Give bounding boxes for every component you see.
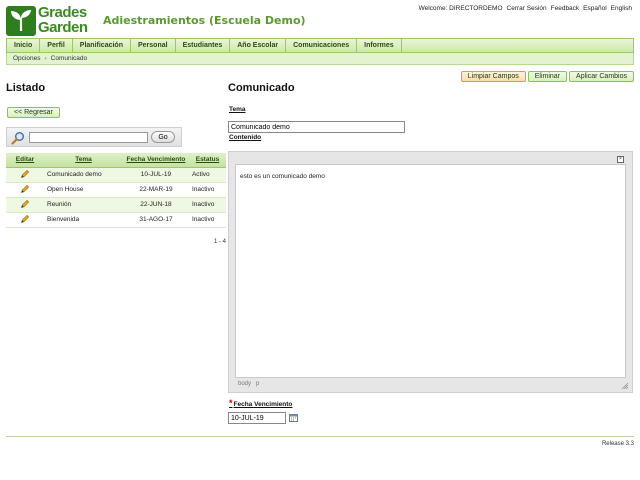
required-asterisk: * <box>229 398 233 408</box>
logo-wordmark: Grades Garden <box>38 4 88 36</box>
back-button[interactable]: << Regresar <box>7 107 60 118</box>
tema-label: Tema <box>229 106 246 113</box>
app-title: Adiestramientos (Escuela Demo) <box>103 14 306 27</box>
row-estatus: Activo <box>188 167 226 183</box>
path-p[interactable]: p <box>256 381 259 387</box>
col-fecha-vencimiento[interactable]: Fecha Vencimiento <box>122 153 189 168</box>
grades-garden-logo[interactable]: Grades Garden <box>6 4 94 36</box>
search-input[interactable] <box>29 132 148 143</box>
table-row: Bienvenida 31-AGO-17 Inactivo <box>6 212 226 228</box>
release-version: Release 3.3 <box>601 441 634 447</box>
go-button[interactable]: Go <box>151 131 175 143</box>
nav-planificacion[interactable]: Planificación <box>73 39 131 52</box>
table-row: Comunicado demo 10-JUL-19 Activo <box>6 167 226 183</box>
nav-ano-escolar[interactable]: Año Escolar <box>230 39 287 52</box>
col-tema[interactable]: Tema <box>44 153 123 168</box>
resize-grip-icon[interactable] <box>621 382 629 390</box>
breadcrumb-opciones[interactable]: Opciones <box>13 55 40 62</box>
nav-informes[interactable]: Informes <box>357 39 402 52</box>
breadcrumb-separator: › <box>44 55 47 62</box>
row-estatus: Inactivo <box>188 182 226 198</box>
edit-pencil-icon[interactable] <box>20 199 30 209</box>
breadcrumb: Opciones › Comunicado <box>6 53 634 65</box>
row-tema: Bienvenida <box>44 212 123 228</box>
clear-fields-button[interactable]: Limpiar Campos <box>460 71 526 82</box>
comunicado-title: Comunicado <box>228 82 295 94</box>
search-icon <box>11 131 25 145</box>
footer-divider <box>6 436 634 437</box>
top-links: Welcome: DIRECTORDEMO Cerrar Sesión Feed… <box>419 5 632 12</box>
col-editar[interactable]: Editar <box>6 153 44 168</box>
logout-link[interactable]: Cerrar Sesión <box>507 5 547 12</box>
nav-personal[interactable]: Personal <box>131 39 176 52</box>
col-estatus[interactable]: Estatus <box>188 153 226 168</box>
pager-range: 1 - 4 <box>214 239 227 245</box>
main-nav: Inicio Perfil Planificación Personal Est… <box>6 38 634 53</box>
table-row: Reunión 22-JUN-18 Inactivo <box>6 197 226 213</box>
row-fecha: 10-JUL-19 <box>122 167 189 183</box>
nav-estudiantes[interactable]: Estudiantes <box>176 39 231 52</box>
path-body[interactable]: body <box>238 381 251 387</box>
english-link[interactable]: English <box>611 5 632 12</box>
comunicados-table: Editar Tema Fecha Vencimiento Estatus Co… <box>6 153 226 228</box>
apply-changes-button[interactable]: Aplicar Cambios <box>569 71 634 82</box>
row-tema: Comunicado demo <box>44 167 123 183</box>
row-fecha: 22-MAR-19 <box>122 182 189 198</box>
listado-title: Listado <box>6 82 46 94</box>
rich-text-editor: × esto es un comunicado demo body p <box>228 151 633 393</box>
edit-pencil-icon[interactable] <box>20 169 30 179</box>
row-estatus: Inactivo <box>188 197 226 213</box>
row-tema: Reunión <box>44 197 123 213</box>
contenido-label: Contenido <box>229 134 262 141</box>
edit-pencil-icon[interactable] <box>20 214 30 224</box>
action-toolbar: Limpiar Campos Eliminar Aplicar Cambios <box>460 71 634 82</box>
fecha-vencimiento-label: *Fecha Vencimiento <box>229 398 292 408</box>
calendar-icon[interactable] <box>289 413 298 422</box>
breadcrumb-current: Comunicado <box>50 55 88 62</box>
contenido-editor-area[interactable]: esto es un comunicado demo <box>235 164 626 378</box>
nav-comunicaciones[interactable]: Comunicaciones <box>286 39 358 52</box>
table-row: Open House 22-MAR-19 Inactivo <box>6 182 226 198</box>
delete-button[interactable]: Eliminar <box>527 71 568 82</box>
tema-input[interactable] <box>228 121 405 133</box>
row-fecha: 31-AGO-17 <box>122 212 189 228</box>
feedback-link[interactable]: Feedback <box>551 5 580 12</box>
editor-element-path: body p <box>238 381 259 387</box>
nav-perfil[interactable]: Perfil <box>40 39 73 52</box>
editor-close-icon[interactable]: × <box>617 156 624 163</box>
row-estatus: Inactivo <box>188 212 226 228</box>
row-tema: Open House <box>44 182 123 198</box>
spanish-link[interactable]: Español <box>583 5 607 12</box>
search-box: Go <box>6 127 182 147</box>
welcome-text: Welcome: DIRECTORDEMO <box>418 5 503 12</box>
nav-inicio[interactable]: Inicio <box>7 39 41 52</box>
fecha-vencimiento-input[interactable] <box>228 412 286 424</box>
leaf-logo-icon <box>6 6 36 36</box>
row-fecha: 22-JUN-18 <box>122 197 189 213</box>
fecha-vencimiento-label-text: Fecha Vencimiento <box>233 401 293 408</box>
edit-pencil-icon[interactable] <box>20 184 30 194</box>
